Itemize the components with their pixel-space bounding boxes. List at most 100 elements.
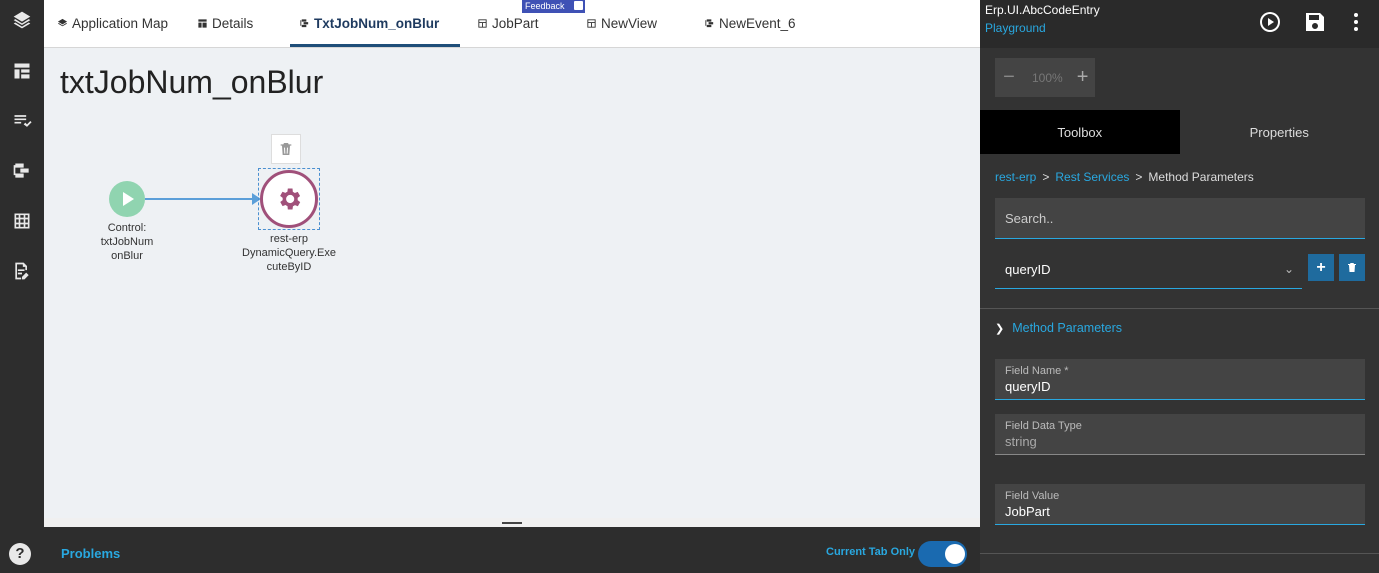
field-value: string	[1005, 434, 1037, 449]
layers-nav-button[interactable]	[0, 0, 44, 40]
dashboard-nav-button[interactable]	[0, 51, 44, 91]
tab-label: Application Map	[72, 16, 169, 31]
left-nav-bar	[0, 0, 44, 573]
panel-tabs: Toolbox Properties	[980, 110, 1379, 154]
chat-icon	[574, 1, 583, 10]
checklist-icon	[14, 115, 32, 127]
dashboard-icon	[14, 63, 30, 79]
section-title: Method Parameters	[1012, 321, 1122, 335]
field-value-field[interactable]: Field Value JobPart	[995, 484, 1365, 525]
start-node-label: Control: txtJobNum onBlur	[87, 221, 167, 263]
trash-icon	[1348, 263, 1356, 272]
field-value: queryID	[1005, 379, 1051, 394]
feedback-label: Feedback	[525, 1, 565, 11]
plus-icon: +	[1316, 258, 1326, 276]
zoom-control: − 100% +	[995, 58, 1095, 97]
editor-tabs-bar: Application Map Details TxtJobNum_onBlur…	[44, 0, 980, 48]
method-parameters-section-toggle[interactable]: ❯ Method Parameters	[995, 321, 1122, 335]
add-parameter-button[interactable]: +	[1308, 254, 1334, 281]
run-button[interactable]	[1256, 7, 1284, 37]
edit-nav-button[interactable]	[0, 251, 44, 291]
field-name-field[interactable]: Field Name * queryID	[995, 359, 1365, 400]
field-value: JobPart	[1005, 504, 1050, 519]
chevron-down-icon: ⌄	[1283, 262, 1294, 276]
data-views-nav-button[interactable]	[0, 201, 44, 241]
zoom-level: 100%	[1032, 70, 1063, 85]
start-node-label-line: txtJobNum	[100, 236, 154, 248]
current-tab-only-toggle[interactable]	[918, 541, 967, 567]
event-canvas[interactable]: txtJobNum_onBlur Control: txtJobNum onBl…	[44, 48, 980, 518]
tab-application-map[interactable]: Application Map	[55, 0, 168, 47]
field-label: Field Value	[1005, 490, 1060, 502]
connector-line[interactable]	[145, 198, 258, 200]
help-button[interactable]: ?	[9, 543, 31, 565]
method-parameter-select[interactable]: queryID ⌄	[995, 252, 1302, 289]
action-node-label-line: DynamicQuery.Exe	[242, 247, 336, 259]
divider	[980, 308, 1379, 309]
breadcrumb-separator: >	[1135, 170, 1143, 184]
tab-label: Details	[212, 16, 254, 31]
tab-details[interactable]: Details	[195, 0, 253, 47]
splitter-grip[interactable]	[502, 522, 522, 524]
gear-icon	[280, 188, 301, 210]
chevron-down-icon: ❯	[995, 323, 1005, 335]
breadcrumb-current: Method Parameters	[1148, 170, 1254, 184]
event-icon	[297, 17, 311, 31]
right-panel-header: Erp.UI.AbcCodeEntry Playground	[980, 0, 1379, 48]
layers-icon	[55, 17, 69, 31]
field-label: Field Name *	[1005, 365, 1069, 377]
events-nav-button[interactable]	[0, 151, 44, 191]
breadcrumb-separator: >	[1042, 170, 1050, 184]
save-icon	[1306, 13, 1324, 31]
tab-properties[interactable]: Properties	[1180, 110, 1379, 154]
panel-splitter[interactable]	[44, 518, 980, 527]
breadcrumb-rest-services[interactable]: Rest Services	[1055, 170, 1129, 184]
play-circle-icon	[1260, 12, 1280, 32]
field-label: Field Data Type	[1005, 420, 1082, 432]
app-subtitle-link[interactable]: Playground	[985, 21, 1046, 35]
event-icon	[702, 17, 716, 31]
start-node-label-line: onBlur	[111, 250, 143, 262]
tab-label: TxtJobNum_onBlur	[314, 16, 440, 31]
right-panel: Erp.UI.AbcCodeEntry Playground − 100% + …	[980, 0, 1379, 573]
play-icon	[123, 192, 134, 206]
action-node-label-line: cuteByID	[266, 261, 312, 273]
trash-icon	[280, 143, 292, 155]
tab-toolbox[interactable]: Toolbox	[980, 110, 1180, 154]
problems-bar: Problems Current Tab Only	[44, 527, 980, 573]
rest-action-node[interactable]	[260, 170, 318, 228]
delete-parameter-button[interactable]	[1339, 254, 1365, 281]
tab-label: JobPart	[492, 16, 539, 31]
select-value: queryID	[1005, 262, 1051, 277]
checklist-nav-button[interactable]	[0, 101, 44, 141]
event-flow-icon	[13, 163, 29, 178]
start-node-label-line: Control:	[107, 222, 147, 234]
action-node-label-line: rest-erp	[270, 233, 308, 245]
action-node-label: rest-erp DynamicQuery.Exe cuteByID	[239, 232, 339, 274]
tab-txtjobnum-onblur[interactable]: TxtJobNum_onBlur	[289, 0, 461, 47]
grid-icon	[14, 213, 30, 229]
table-icon	[195, 17, 209, 31]
toggle-knob	[945, 544, 965, 564]
view-icon	[475, 17, 489, 31]
breadcrumb: rest-erp > Rest Services > Method Parameters	[995, 170, 1254, 184]
page-title: txtJobNum_onBlur	[60, 64, 324, 100]
start-node[interactable]	[109, 181, 145, 217]
divider	[980, 553, 1379, 554]
layers-icon	[13, 11, 31, 29]
zoom-in-button[interactable]: +	[1077, 66, 1089, 89]
save-button[interactable]	[1301, 7, 1329, 37]
tab-label: NewEvent_6	[719, 16, 796, 31]
tab-newevent-6[interactable]: NewEvent_6	[702, 0, 796, 47]
more-vertical-icon	[1354, 13, 1358, 31]
feedback-button[interactable]: Feedback	[522, 0, 585, 13]
search-input[interactable]: Search..	[995, 198, 1365, 239]
zoom-out-button[interactable]: −	[1000, 66, 1018, 89]
more-menu-button[interactable]	[1342, 7, 1370, 37]
app-title: Erp.UI.AbcCodeEntry	[985, 3, 1100, 17]
delete-node-button[interactable]	[271, 134, 301, 164]
edit-document-icon	[15, 262, 29, 280]
problems-toggle[interactable]: Problems	[61, 546, 120, 561]
tab-newview[interactable]: NewView	[584, 0, 657, 47]
breadcrumb-rest-erp[interactable]: rest-erp	[995, 170, 1036, 184]
